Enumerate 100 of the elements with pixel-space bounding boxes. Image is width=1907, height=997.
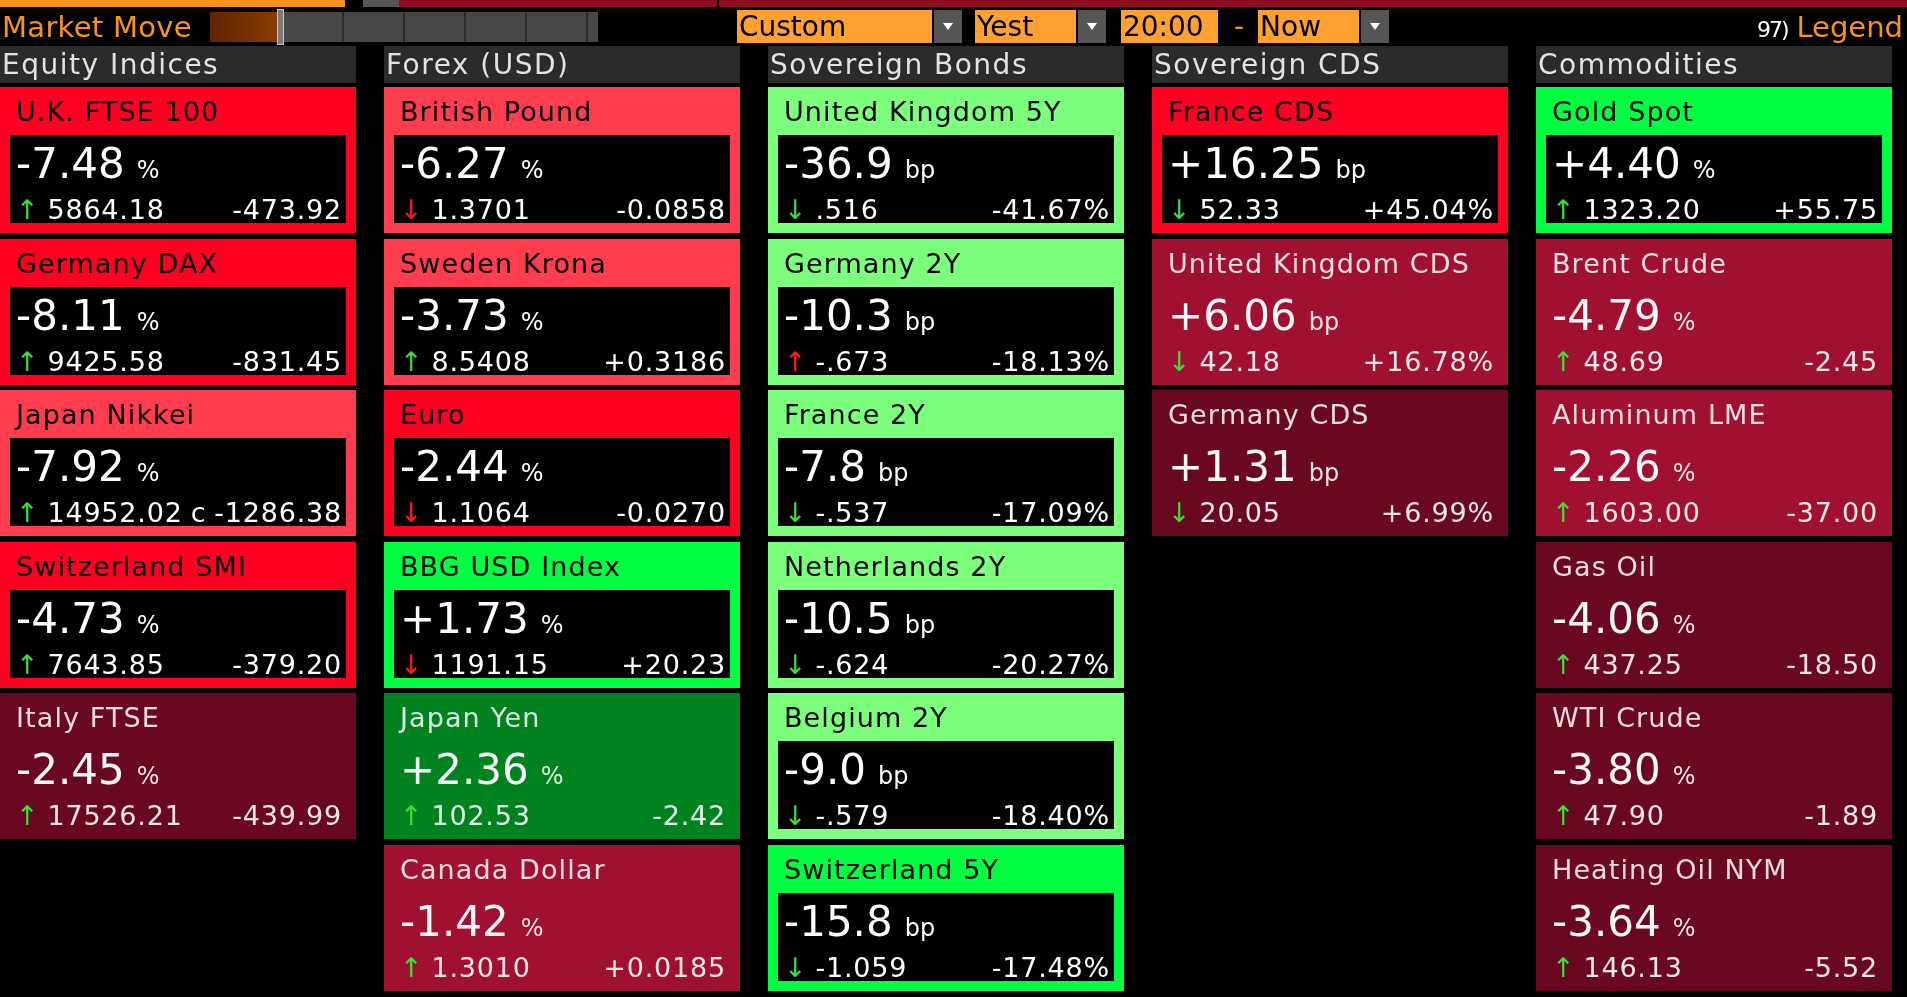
trend-arrow-icon: ↓ bbox=[400, 651, 424, 678]
trend-arrow-icon: ↑ bbox=[400, 954, 424, 981]
trend-arrow-icon: ↑ bbox=[1552, 197, 1576, 223]
market-tile[interactable]: Netherlands 2Y -10.5 bp ↓ -.624 -20.27% bbox=[768, 541, 1124, 688]
last-price: 47.90 bbox=[1583, 803, 1665, 829]
start-day-dropdown[interactable]: Yest bbox=[975, 10, 1106, 43]
change-value: -4.79 bbox=[1552, 289, 1661, 342]
market-tile[interactable]: Belgium 2Y -9.0 bp ↓ -.579 -18.40% bbox=[768, 693, 1124, 839]
change-value: -7.48 bbox=[16, 138, 125, 190]
market-tile[interactable]: Brent Crude -4.79 % ↑ 48.69 -2.45 bbox=[1536, 238, 1892, 385]
net-change: +16.78% bbox=[1361, 348, 1494, 375]
market-tile[interactable]: Gold Spot +4.40 % ↑ 1323.20 +55.75 bbox=[1536, 87, 1892, 233]
change-value: -2.26 bbox=[1552, 441, 1661, 493]
instrument-name: Japan Yen bbox=[397, 701, 541, 735]
trend-arrow-icon: ↑ bbox=[16, 197, 40, 223]
change-unit: bp bbox=[1335, 155, 1366, 186]
market-tile[interactable]: British Pound -6.27 % ↓ 1.3701 -0.0858 bbox=[384, 87, 740, 233]
instrument-name: BBG USD Index bbox=[399, 549, 621, 584]
instrument-name: U.K. FTSE 100 bbox=[15, 95, 220, 129]
instrument-name: Gas Oil bbox=[1551, 549, 1657, 584]
market-tile[interactable]: Switzerland SMI -4.73 % ↑ 7643.85 -379.20 bbox=[0, 541, 356, 688]
instrument-name: Japan Nikkei bbox=[13, 398, 196, 432]
start-time-field[interactable]: 20:00 bbox=[1121, 10, 1218, 43]
change-unit: bp bbox=[877, 458, 909, 489]
change-unit: bp bbox=[904, 155, 936, 186]
caret-icon[interactable] bbox=[932, 10, 962, 43]
change-unit: bp bbox=[1308, 306, 1340, 338]
market-tile[interactable]: Italy FTSE -2.45 % ↑ 17526.21 -439.99 bbox=[0, 693, 356, 839]
change-unit: % bbox=[136, 306, 160, 338]
market-tile[interactable]: Germany 2Y -10.3 bp ↑ -.673 -18.13% bbox=[768, 238, 1124, 385]
last-price: 437.25 bbox=[1583, 651, 1683, 678]
market-tile[interactable]: Canada Dollar -1.42 % ↑ 1.3010 +0.0185 bbox=[384, 844, 740, 991]
change-value: +16.25 bbox=[1168, 138, 1324, 190]
net-change: +6.99% bbox=[1379, 500, 1494, 526]
net-change: -379.20 bbox=[231, 651, 342, 678]
instrument-name: United Kingdom CDS bbox=[1167, 246, 1470, 281]
instrument-name: Germany 2Y bbox=[783, 246, 962, 281]
group-header: Sovereign Bonds bbox=[768, 46, 1124, 83]
trend-arrow-icon: ↑ bbox=[1552, 954, 1576, 981]
market-tile[interactable]: Japan Nikkei -7.92 % ↑ 14952.02 c -1286.38 bbox=[0, 390, 356, 536]
last-price: 17526.21 bbox=[47, 803, 183, 829]
last-price: 14952.02 bbox=[47, 500, 183, 526]
caret-icon[interactable] bbox=[1076, 10, 1106, 43]
net-change: -37.00 bbox=[1785, 500, 1878, 526]
last-price: .516 bbox=[815, 197, 879, 223]
last-price: 1191.15 bbox=[431, 651, 549, 678]
change-unit: % bbox=[1692, 155, 1716, 186]
legend-button[interactable]: 97) Legend bbox=[1756, 9, 1903, 44]
group-header: Commodities bbox=[1536, 46, 1892, 83]
trend-arrow-icon: ↓ bbox=[400, 197, 424, 223]
last-price: 5864.18 bbox=[47, 197, 165, 223]
net-change: -831.45 bbox=[231, 348, 342, 375]
instrument-name: Aluminum LME bbox=[1551, 398, 1767, 432]
market-tile[interactable]: WTI Crude -3.80 % ↑ 47.90 -1.89 bbox=[1536, 693, 1892, 839]
net-change: -2.42 bbox=[651, 803, 726, 829]
market-tile[interactable]: Germany DAX -8.11 % ↑ 9425.58 -831.45 bbox=[0, 238, 356, 385]
instrument-name: Germany DAX bbox=[15, 246, 219, 281]
trend-arrow-icon: ↓ bbox=[784, 500, 808, 526]
instrument-name: United Kingdom 5Y bbox=[783, 95, 1062, 129]
trend-arrow-icon: ↓ bbox=[1168, 197, 1192, 223]
change-unit: % bbox=[1672, 912, 1696, 944]
trend-arrow-icon: ↑ bbox=[16, 803, 40, 829]
page-title: Market Move bbox=[2, 8, 192, 45]
change-value: -2.44 bbox=[400, 441, 509, 493]
change-value: -3.73 bbox=[400, 289, 509, 342]
market-tile[interactable]: Japan Yen +2.36 % ↑ 102.53 -2.42 bbox=[384, 693, 740, 839]
net-change: -473.92 bbox=[231, 197, 342, 223]
last-price: 48.69 bbox=[1583, 348, 1665, 375]
time-slider-track[interactable] bbox=[210, 11, 598, 42]
market-tile[interactable]: United Kingdom 5Y -36.9 bp ↓ .516 -41.67% bbox=[768, 87, 1124, 233]
market-tile[interactable]: United Kingdom CDS +6.06 bp ↓ 42.18 +16.78% bbox=[1152, 238, 1508, 385]
instrument-name: Belgium 2Y bbox=[783, 701, 948, 735]
change-unit: % bbox=[520, 155, 544, 186]
market-tile[interactable]: Sweden Krona -3.73 % ↑ 8.5408 +0.3186 bbox=[384, 238, 740, 385]
period-dropdown[interactable]: Custom bbox=[737, 10, 962, 43]
market-tile[interactable]: France 2Y -7.8 bp ↓ -.537 -17.09% bbox=[768, 390, 1124, 536]
net-change: -17.48% bbox=[990, 954, 1110, 981]
market-tile[interactable]: BBG USD Index +1.73 % ↓ 1191.15 +20.23 bbox=[384, 541, 740, 688]
change-value: -10.3 bbox=[784, 289, 893, 342]
trend-arrow-icon: ↑ bbox=[400, 803, 424, 829]
market-tile[interactable]: U.K. FTSE 100 -7.48 % ↑ 5864.18 -473.92 bbox=[0, 87, 356, 233]
last-price: 1.1064 bbox=[431, 500, 531, 526]
market-tile[interactable]: France CDS +16.25 bp ↓ 52.33 +45.04% bbox=[1152, 87, 1508, 233]
market-tile[interactable]: Germany CDS +1.31 bp ↓ 20.05 +6.99% bbox=[1152, 390, 1508, 536]
slider-handle[interactable] bbox=[276, 8, 284, 45]
market-tile[interactable]: Gas Oil -4.06 % ↑ 437.25 -18.50 bbox=[1536, 541, 1892, 688]
last-price: 52.33 bbox=[1199, 197, 1281, 223]
end-dropdown[interactable]: Now bbox=[1258, 10, 1390, 43]
market-tile[interactable]: Euro -2.44 % ↓ 1.1064 -0.0270 bbox=[384, 390, 740, 536]
trend-arrow-icon: ↓ bbox=[784, 197, 808, 223]
market-tile[interactable]: Aluminum LME -2.26 % ↑ 1603.00 -37.00 bbox=[1536, 390, 1892, 536]
net-change: -5.52 bbox=[1803, 954, 1878, 981]
last-price: 1323.20 bbox=[1583, 197, 1701, 223]
caret-icon[interactable] bbox=[1359, 10, 1390, 43]
trend-arrow-icon: ↑ bbox=[784, 348, 808, 375]
trend-arrow-icon: ↑ bbox=[16, 651, 40, 678]
group-header: Forex (USD) bbox=[384, 46, 740, 83]
instrument-name: Germany CDS bbox=[1167, 398, 1370, 432]
market-tile[interactable]: Heating Oil NYM -3.64 % ↑ 146.13 -5.52 bbox=[1536, 844, 1892, 991]
market-tile[interactable]: Switzerland 5Y -15.8 bp ↓ -1.059 -17.48% bbox=[768, 844, 1124, 991]
